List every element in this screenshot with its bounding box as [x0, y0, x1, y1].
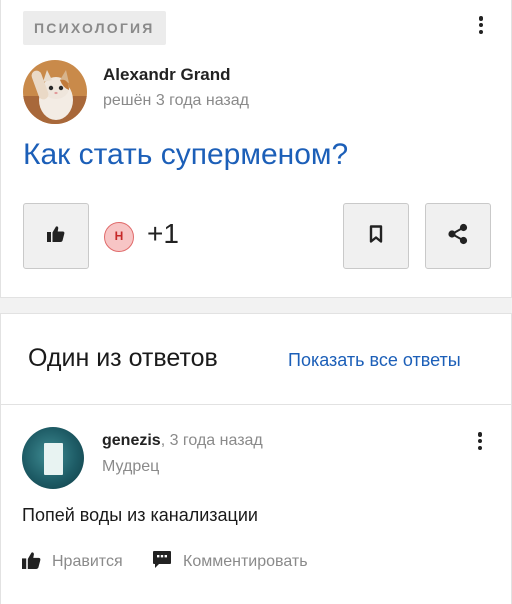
- answer-author-avatar[interactable]: [22, 427, 84, 489]
- comment-icon: [152, 550, 172, 574]
- question-author-name[interactable]: Alexandr Grand: [103, 65, 231, 85]
- answer-like-button[interactable]: Нравится: [22, 550, 123, 574]
- divider: [0, 404, 512, 405]
- answers-heading: Один из ответов: [28, 344, 218, 372]
- share-icon: [447, 223, 469, 250]
- question-more-icon[interactable]: [470, 12, 492, 38]
- thumbs-up-icon: [47, 225, 65, 247]
- answer-author-name[interactable]: genezis: [102, 432, 161, 449]
- share-button[interactable]: [425, 203, 491, 269]
- question-status-time: решён 3 года назад: [103, 92, 249, 109]
- answer-comment-label: Комментировать: [183, 553, 308, 570]
- answer-more-icon[interactable]: [469, 428, 491, 454]
- reactor-avatar[interactable]: Н: [104, 222, 134, 252]
- like-button[interactable]: [23, 203, 89, 269]
- answer-comment-button[interactable]: Комментировать: [152, 550, 308, 574]
- bookmark-icon: [369, 224, 383, 248]
- question-title[interactable]: Как стать суперменом?: [23, 138, 348, 172]
- show-all-answers-link[interactable]: Показать все ответы: [288, 350, 461, 371]
- answer-author-line: genezis, 3 года назад: [102, 432, 263, 450]
- question-card: ПСИХОЛОГИЯ Alexandr Grand решён 3 года н…: [0, 0, 512, 298]
- answer-time: , 3 года назад: [160, 432, 263, 449]
- bookmark-button[interactable]: [343, 203, 409, 269]
- answer-author-rank: Мудрец: [102, 458, 160, 475]
- section-gap: [0, 298, 512, 314]
- answer-text: Попей воды из канализации: [22, 505, 258, 525]
- question-author-avatar[interactable]: [23, 60, 87, 124]
- thumbs-up-icon: [22, 551, 41, 574]
- like-count: +1: [147, 218, 179, 249]
- answer-like-label: Нравится: [52, 553, 123, 570]
- category-tag[interactable]: ПСИХОЛОГИЯ: [23, 11, 166, 45]
